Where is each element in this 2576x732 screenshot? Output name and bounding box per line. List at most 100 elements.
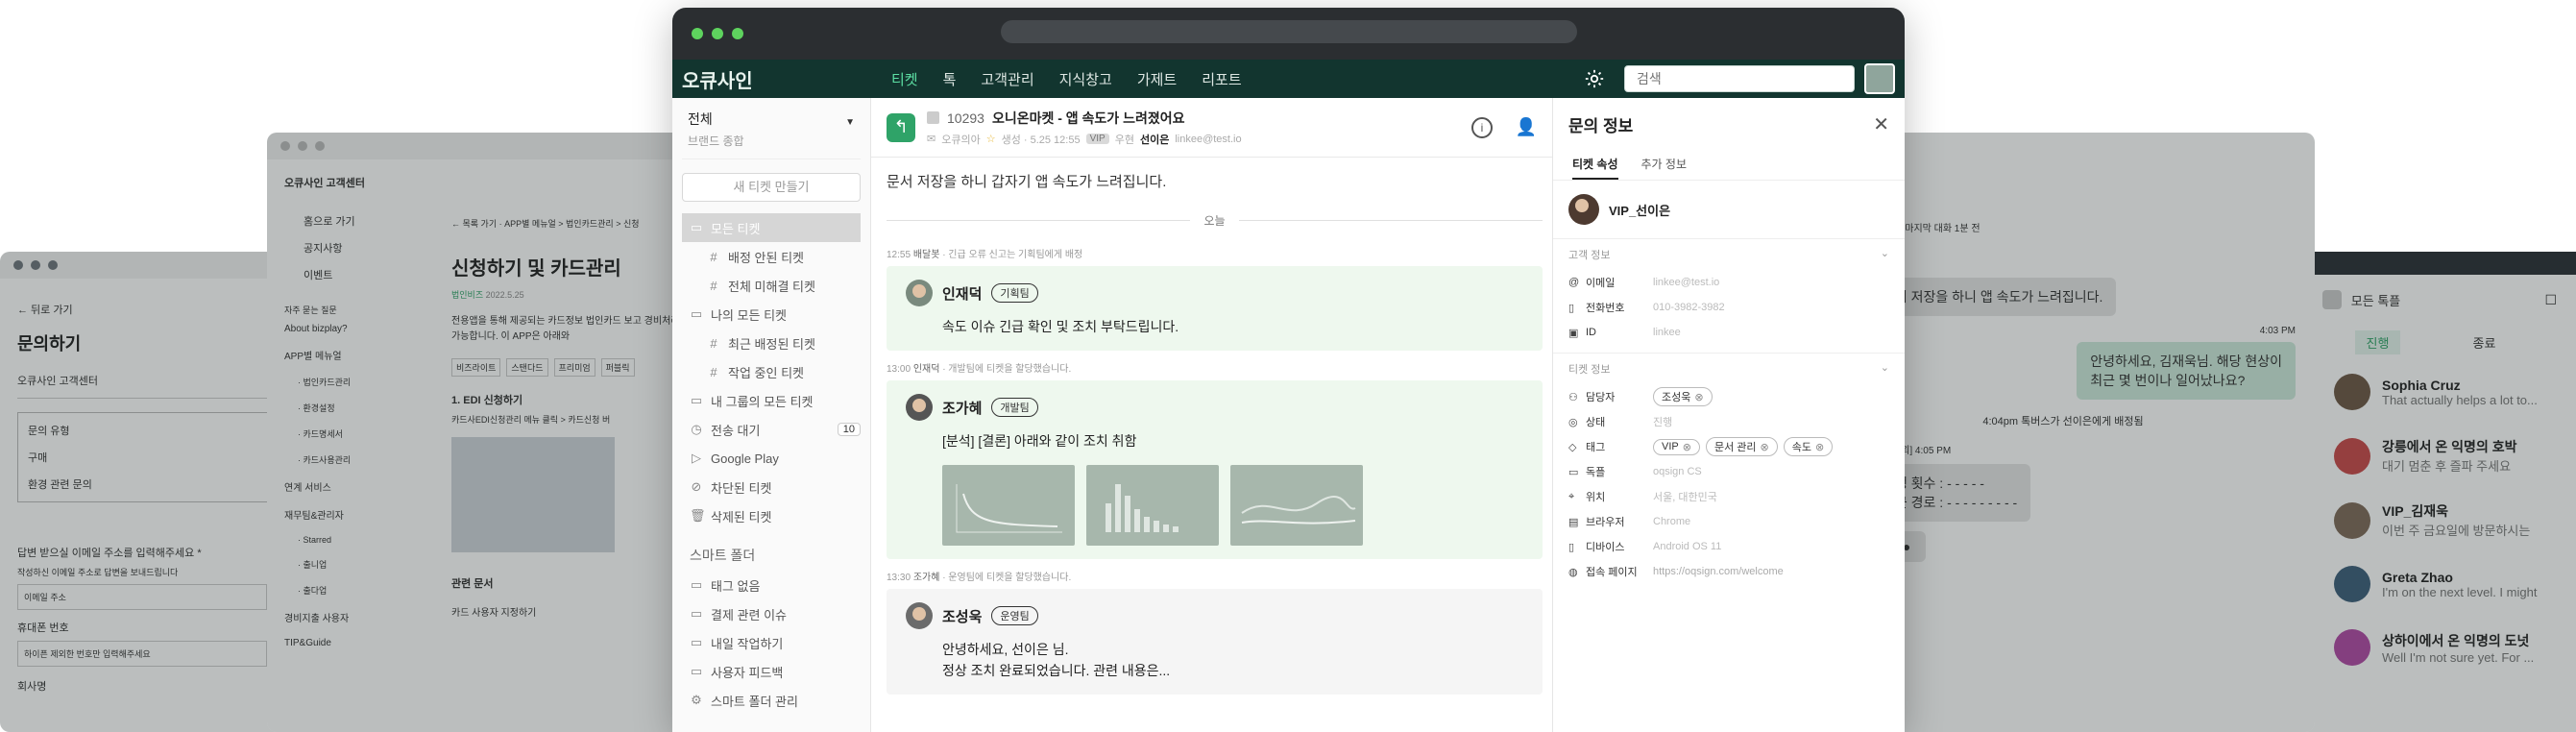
close-window-dot[interactable] — [692, 28, 703, 39]
gear-icon[interactable] — [1580, 64, 1609, 93]
url-bar[interactable] — [1001, 20, 1577, 43]
assignee-chip[interactable]: 조성욱 ⊗ — [1653, 387, 1713, 406]
browser-icon: ▤ — [1568, 516, 1579, 528]
close-icon[interactable]: ✕ — [1873, 112, 1889, 136]
inquiry-info-panel: 문의 정보 ✕ 티켓 속성 추가 정보 VIP_선이은 고객 정보 ⌄ @ 이메일 l… — [1553, 98, 1905, 732]
nav-talk[interactable]: 톡 — [943, 69, 957, 89]
tag-chip[interactable]: 문서 관리 ⊗ — [1705, 437, 1778, 456]
sidebar-item-all-tickets[interactable]: ▭ 모든 티켓 — [682, 213, 861, 242]
chat-list-item[interactable]: 상하이에서 온 익명의 도넛 Well I'm not sure yet. For… — [2324, 616, 2568, 679]
compose-icon[interactable]: ☐ — [2544, 292, 2557, 308]
menu-notice[interactable]: 공지사항 — [284, 240, 423, 256]
nav-customers[interactable]: 고객관리 — [981, 69, 1033, 89]
avatar — [906, 602, 933, 629]
customer-name[interactable]: VIP_선이은 — [1609, 201, 1670, 219]
smart-folder-manage[interactable]: ⚙ 스마트 폴더 관리 — [682, 686, 861, 715]
customer-info-group: 고객 정보 ⌄ @ 이메일 linkee@test.io ▯ 전화번호 010-3982-… — [1553, 239, 1905, 354]
remove-icon: ⊗ — [1760, 441, 1769, 453]
info-icon[interactable]: i — [1471, 116, 1493, 138]
back-arrow-icon[interactable]: ↰ — [887, 112, 915, 142]
page-link[interactable]: https://oqsign.com/welcome — [1653, 566, 1784, 577]
breadcrumb: ← 목록 가기 · APP별 메뉴얼 > 법인카드관리 > 신청 — [451, 219, 640, 229]
tab-ongoing[interactable]: 진행 — [2354, 330, 2401, 354]
tag-chip[interactable]: VIP ⊗ — [1653, 438, 1700, 455]
attachment-image[interactable] — [1086, 465, 1219, 546]
brand-scope-select[interactable]: 전체 브랜드 종합 ▼ — [682, 106, 861, 159]
message-card: 인재덕 기획팀 속도 이슈 긴급 확인 및 조치 부탁드립니다. — [887, 266, 1543, 351]
chat-list-item[interactable]: VIP_김재욱 이번 주 금요일에 방문하시는 — [2324, 488, 2568, 552]
folder-item[interactable]: ▭ 태그 없음 — [682, 571, 861, 599]
sidebar-item-google-play[interactable]: ▷ Google Play — [682, 444, 861, 473]
background-window-chat-list: « 모든 톡플 ☐ 진행 종료 Sophia CruzThat actually… — [2286, 252, 2576, 732]
team-badge: 운영팀 — [991, 606, 1038, 625]
ticket-checkbox[interactable] — [927, 111, 939, 124]
nav-gadget[interactable]: 가제트 — [1137, 69, 1177, 89]
inbox-icon: ▭ — [690, 306, 703, 321]
chat-list-item[interactable]: Sophia Cruz That actually helps a lot to.… — [2324, 360, 2568, 424]
nav-report[interactable]: 리포트 — [1202, 69, 1241, 89]
sidebar-item-working[interactable]: # 작업 중인 티켓 — [682, 357, 861, 386]
message-card: 조성욱 운영팀 안녕하세요, 선이은 님. 정상 조치 완료되었습니다. 관련 … — [887, 589, 1543, 695]
sidebar-item-my-tickets[interactable]: ▭ 나의 모든 티켓 — [682, 300, 861, 329]
folder-item[interactable]: ▭ 내일 작업하기 — [682, 628, 861, 657]
mail-icon: ✉ — [927, 134, 936, 145]
status-value[interactable]: 진행 — [1653, 414, 1672, 429]
chat-list-item[interactable]: Greta Zhao I'm on the next level. I might — [2324, 552, 2568, 616]
type-select[interactable]: 문의 유형 구매 환경 관련 문의 — [17, 412, 277, 502]
tab-extra-info[interactable]: 추가 정보 — [1641, 150, 1688, 180]
star-icon[interactable]: ☆ — [986, 133, 996, 145]
globe-icon: ◍ — [1568, 566, 1578, 578]
user-avatar[interactable] — [1864, 63, 1895, 94]
email-field[interactable]: 이메일 주소 — [17, 584, 267, 610]
avatar — [1568, 194, 1599, 225]
sidebar-item-deleted[interactable]: 🗑 삭제된 티켓 — [682, 501, 861, 530]
person-icon[interactable]: 👤 — [1516, 117, 1537, 138]
person-icon: ⚇ — [1568, 391, 1578, 403]
phone-icon: ▯ — [1568, 302, 1575, 314]
email-value[interactable]: linkee@test.io — [1653, 277, 1719, 288]
chevron-down-icon[interactable]: ⌄ — [1881, 361, 1889, 377]
top-nav: 오큐사인 티켓 톡 고객관리 지식창고 가제트 리포트 — [672, 60, 1905, 98]
sidebar-item-unassigned[interactable]: # 배정 안된 티켓 — [682, 242, 861, 271]
folder-item[interactable]: ▭ 결제 관련 이슈 — [682, 599, 861, 628]
attachment-image[interactable] — [942, 465, 1075, 546]
search-input[interactable] — [1624, 65, 1855, 92]
customer-name[interactable]: 선이은 — [1140, 132, 1169, 147]
id-value[interactable]: linkee — [1653, 327, 1681, 338]
folder-icon: ▭ — [690, 577, 703, 592]
folder-icon: ▭ — [690, 664, 703, 678]
ticket-timeline: 문서 저장을 하니 갑자기 앱 속도가 느려집니다. 오늘 12:55 배달봇 … — [871, 158, 1552, 732]
trash-icon: 🗑 — [690, 508, 706, 523]
sidebar-item-blocked[interactable]: ⊘ 차단된 티켓 — [682, 473, 861, 501]
help-brand: 오큐사인 고객센터 — [284, 178, 366, 189]
tab-closed[interactable]: 종료 — [2462, 330, 2508, 354]
phone-value[interactable]: 010-3982-3982 — [1653, 302, 1725, 313]
message-card: 조가혜 개발팀 [분석] [결론] 아래와 같이 조치 취함 — [887, 380, 1543, 559]
inbox-icon: ▭ — [690, 220, 703, 234]
block-icon: ⊘ — [691, 479, 702, 494]
phone-field[interactable]: 하이픈 제외한 번호만 입력해주세요 — [17, 641, 267, 667]
sidebar-item-recent[interactable]: # 최근 배정된 티켓 — [682, 329, 861, 357]
attachment-image[interactable] — [1230, 465, 1363, 546]
brand-logo[interactable]: 오큐사인 — [682, 65, 891, 93]
chat-list-item[interactable]: 강릉에서 온 익명의 호박 대기 멈춘 후 즐파 주세요 — [2324, 424, 2568, 488]
minimize-window-dot[interactable] — [712, 28, 723, 39]
sidebar-item-pending[interactable]: ◷ 전송 대기 10 — [682, 415, 861, 444]
folder-item[interactable]: ▭ 사용자 피드백 — [682, 657, 861, 686]
tag-chip[interactable]: 속도 ⊗ — [1783, 437, 1834, 456]
chevron-down-icon[interactable]: ⌄ — [1881, 247, 1889, 262]
tab-ticket-properties[interactable]: 티켓 속성 — [1572, 150, 1618, 180]
nav-knowledge[interactable]: 지식창고 — [1059, 69, 1112, 89]
screenshot-image — [451, 437, 615, 552]
team-badge: 개발팀 — [991, 398, 1038, 417]
caret-down-icon: ▼ — [845, 117, 855, 128]
nav-tickets[interactable]: 티켓 — [891, 69, 918, 89]
sidebar-item-unresolved[interactable]: # 전체 미해결 티켓 — [682, 271, 861, 300]
maximize-window-dot[interactable] — [732, 28, 743, 39]
menu-event[interactable]: 이벤트 — [284, 267, 423, 282]
date-divider: 오늘 — [887, 212, 1543, 229]
new-ticket-button[interactable]: 새 티켓 만들기 — [682, 173, 861, 202]
folder-icon: ▭ — [690, 635, 703, 649]
sidebar-item-group-tickets[interactable]: ▭ 내 그룹의 모든 티켓 — [682, 386, 861, 415]
menu-home[interactable]: 홈으로 가기 — [284, 213, 423, 229]
